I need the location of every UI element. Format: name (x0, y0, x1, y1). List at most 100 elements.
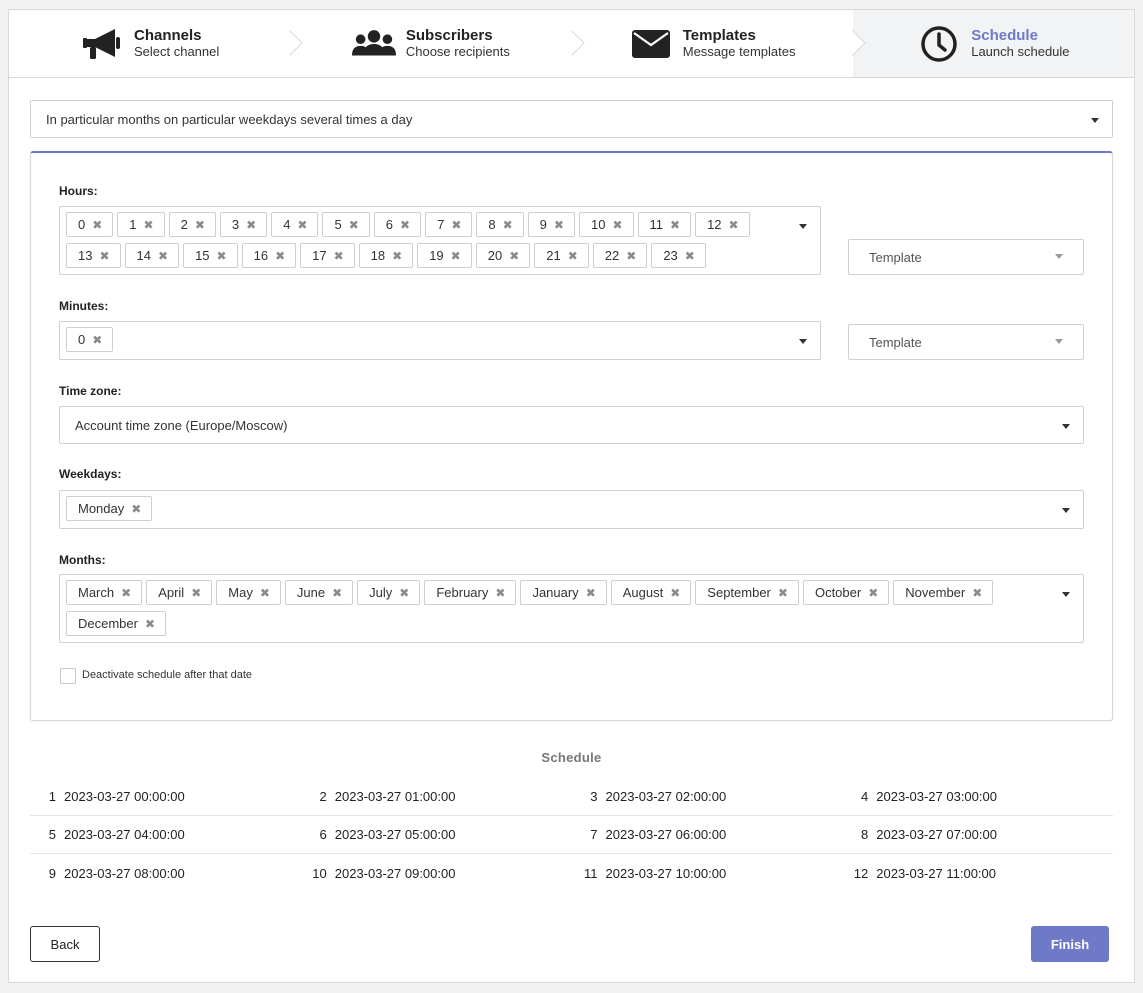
remove-tag-icon[interactable]: ✖ (626, 250, 636, 262)
remove-tag-icon[interactable]: ✖ (509, 250, 519, 262)
remove-tag-icon[interactable]: ✖ (586, 587, 596, 599)
wizard-frame: Channels Select channel Subscribers Choo… (8, 9, 1135, 983)
chevron-down-icon (1062, 424, 1070, 429)
remove-tag-icon[interactable]: ✖ (670, 587, 680, 599)
remove-tag-icon[interactable]: ✖ (191, 587, 201, 599)
remove-tag-icon[interactable]: ✖ (503, 219, 513, 231)
tag-label: 2 (180, 217, 188, 232)
step-subtitle: Message templates (682, 43, 796, 59)
step-schedule[interactable]: Schedule Launch schedule (852, 10, 1134, 77)
remove-tag-icon[interactable]: ✖ (451, 250, 461, 262)
megaphone-icon (80, 24, 124, 64)
tag-label: 9 (539, 217, 547, 232)
remove-tag-icon[interactable]: ✖ (685, 250, 695, 262)
schedule-settings-panel: Hours: 0 ✖ 1 ✖ 2 ✖ 3 ✖ 4 ✖ 5 ✖ 6 ✖ 7 ✖ 8 ✖ 9 ✖ 10 ✖ 11 ✖ 12 ✖ 13 ✖ 1… (30, 151, 1113, 721)
step-title: Channels (133, 26, 202, 44)
remove-tag-icon[interactable]: ✖ (131, 503, 141, 515)
tag: 2 ✖ (168, 212, 216, 237)
remove-tag-icon[interactable]: ✖ (92, 334, 102, 346)
remove-tag-icon[interactable]: ✖ (246, 219, 256, 231)
schedule-cell: 11 2023-03-27 10:00:00 (572, 866, 843, 881)
tag: 21 ✖ (534, 243, 589, 268)
remove-tag-icon[interactable]: ✖ (392, 250, 402, 262)
remove-tag-icon[interactable]: ✖ (332, 587, 342, 599)
schedule-index: 7 (590, 827, 598, 842)
remove-tag-icon[interactable]: ✖ (99, 250, 109, 262)
timezone-select[interactable]: Account time zone (Europe/Moscow) (59, 406, 1084, 444)
remove-tag-icon[interactable]: ✖ (144, 219, 154, 231)
step-channels[interactable]: Channels Select channel (9, 10, 303, 77)
weekdays-multiselect[interactable]: Monday ✖ (59, 490, 1084, 529)
tag: 7 ✖ (425, 212, 473, 237)
step-subtitle: Launch schedule (971, 43, 1070, 59)
minutes-multiselect[interactable]: 0 ✖ (59, 321, 821, 360)
tag-label: 14 (136, 248, 151, 263)
schedule-cell: 12 2023-03-27 11:00:00 (842, 866, 1113, 881)
remove-tag-icon[interactable]: ✖ (297, 219, 307, 231)
remove-tag-icon[interactable]: ✖ (275, 250, 285, 262)
deactivate-checkbox[interactable] (60, 668, 76, 684)
tag: December ✖ (66, 611, 167, 636)
remove-tag-icon[interactable]: ✖ (868, 587, 878, 599)
remove-tag-icon[interactable]: ✖ (158, 250, 168, 262)
remove-tag-icon[interactable]: ✖ (451, 219, 461, 231)
schedule-cell: 1 2023-03-27 00:00:00 (30, 789, 301, 804)
minutes-tags: 0 ✖ (60, 322, 795, 352)
tag-label: October (814, 585, 862, 600)
tag-label: January (532, 585, 579, 600)
remove-tag-icon[interactable]: ✖ (670, 219, 680, 231)
remove-tag-icon[interactable]: ✖ (145, 618, 155, 630)
remove-tag-icon[interactable]: ✖ (612, 219, 622, 231)
tag: 6 ✖ (373, 212, 422, 237)
tag: Monday ✖ (66, 496, 153, 521)
tag-label: 22 (604, 248, 620, 263)
schedule-datetime: 2023-03-27 02:00:00 (605, 789, 727, 804)
hours-template-placeholder: Template (869, 250, 922, 265)
tag-label: March (78, 585, 115, 600)
remove-tag-icon[interactable]: ✖ (554, 219, 564, 231)
schedule-index: 9 (48, 865, 56, 881)
tag: 11 ✖ (637, 212, 692, 237)
hours-multiselect[interactable]: 0 ✖ 1 ✖ 2 ✖ 3 ✖ 4 ✖ 5 ✖ 6 ✖ 7 ✖ 8 ✖ 9 ✖ 10 ✖ 11 ✖ 12 ✖ 13 ✖ 14 ✖ 15 ✖ 16… (59, 206, 821, 275)
schedule-datetime: 2023-03-27 01:00:00 (334, 789, 456, 804)
deactivate-label[interactable]: Deactivate schedule after that date (82, 669, 252, 681)
schedule-datetime: 2023-03-27 05:00:00 (334, 827, 456, 842)
tag-label: 3 (231, 217, 240, 232)
remove-tag-icon[interactable]: ✖ (399, 587, 409, 599)
remove-tag-icon[interactable]: ✖ (729, 219, 739, 231)
remove-tag-icon[interactable]: ✖ (778, 587, 788, 599)
remove-tag-icon[interactable]: ✖ (92, 219, 102, 231)
schedule-index: 12 (853, 865, 869, 881)
remove-tag-icon[interactable]: ✖ (217, 250, 227, 262)
schedule-cell: 4 2023-03-27 03:00:00 (842, 789, 1113, 804)
remove-tag-icon[interactable]: ✖ (400, 219, 410, 231)
tag-label: 5 (334, 217, 342, 232)
step-templates[interactable]: Templates Message templates (571, 10, 866, 77)
hours-template-select[interactable]: Template (848, 239, 1084, 275)
back-button[interactable]: Back (30, 926, 100, 962)
remove-tag-icon[interactable]: ✖ (260, 587, 270, 599)
remove-tag-icon[interactable]: ✖ (121, 587, 131, 599)
chevron-down-icon (1062, 508, 1070, 513)
finish-button[interactable]: Finish (1031, 926, 1109, 962)
months-multiselect[interactable]: March ✖ April ✖ May ✖ June ✖ July ✖ February ✖ Janua… (59, 574, 1084, 643)
remove-tag-icon[interactable]: ✖ (334, 250, 344, 262)
schedule-type-value: In particular months on particular weekd… (46, 112, 413, 127)
tag: August ✖ (610, 580, 692, 605)
schedule-row: 9 2023-03-27 08:00:00 10 2023-03-27 09:00:0… (30, 854, 1113, 892)
remove-tag-icon[interactable]: ✖ (495, 587, 505, 599)
step-subscribers[interactable]: Subscribers Choose recipients (290, 10, 585, 77)
remove-tag-icon[interactable]: ✖ (195, 219, 205, 231)
minutes-template-select[interactable]: Template (848, 324, 1084, 360)
schedule-index: 3 (590, 789, 598, 804)
remove-tag-icon[interactable]: ✖ (349, 219, 359, 231)
remove-tag-icon[interactable]: ✖ (568, 250, 578, 262)
schedule-type-select[interactable]: In particular months on particular weekd… (30, 100, 1113, 138)
remove-tag-icon[interactable]: ✖ (972, 587, 982, 599)
tag-label: 20 (487, 248, 503, 263)
tag: 23 ✖ (651, 243, 706, 268)
tag: November ✖ (893, 580, 994, 605)
tag: 20 ✖ (475, 243, 531, 268)
tag: 15 ✖ (183, 243, 238, 268)
tag: 18 ✖ (358, 243, 414, 268)
